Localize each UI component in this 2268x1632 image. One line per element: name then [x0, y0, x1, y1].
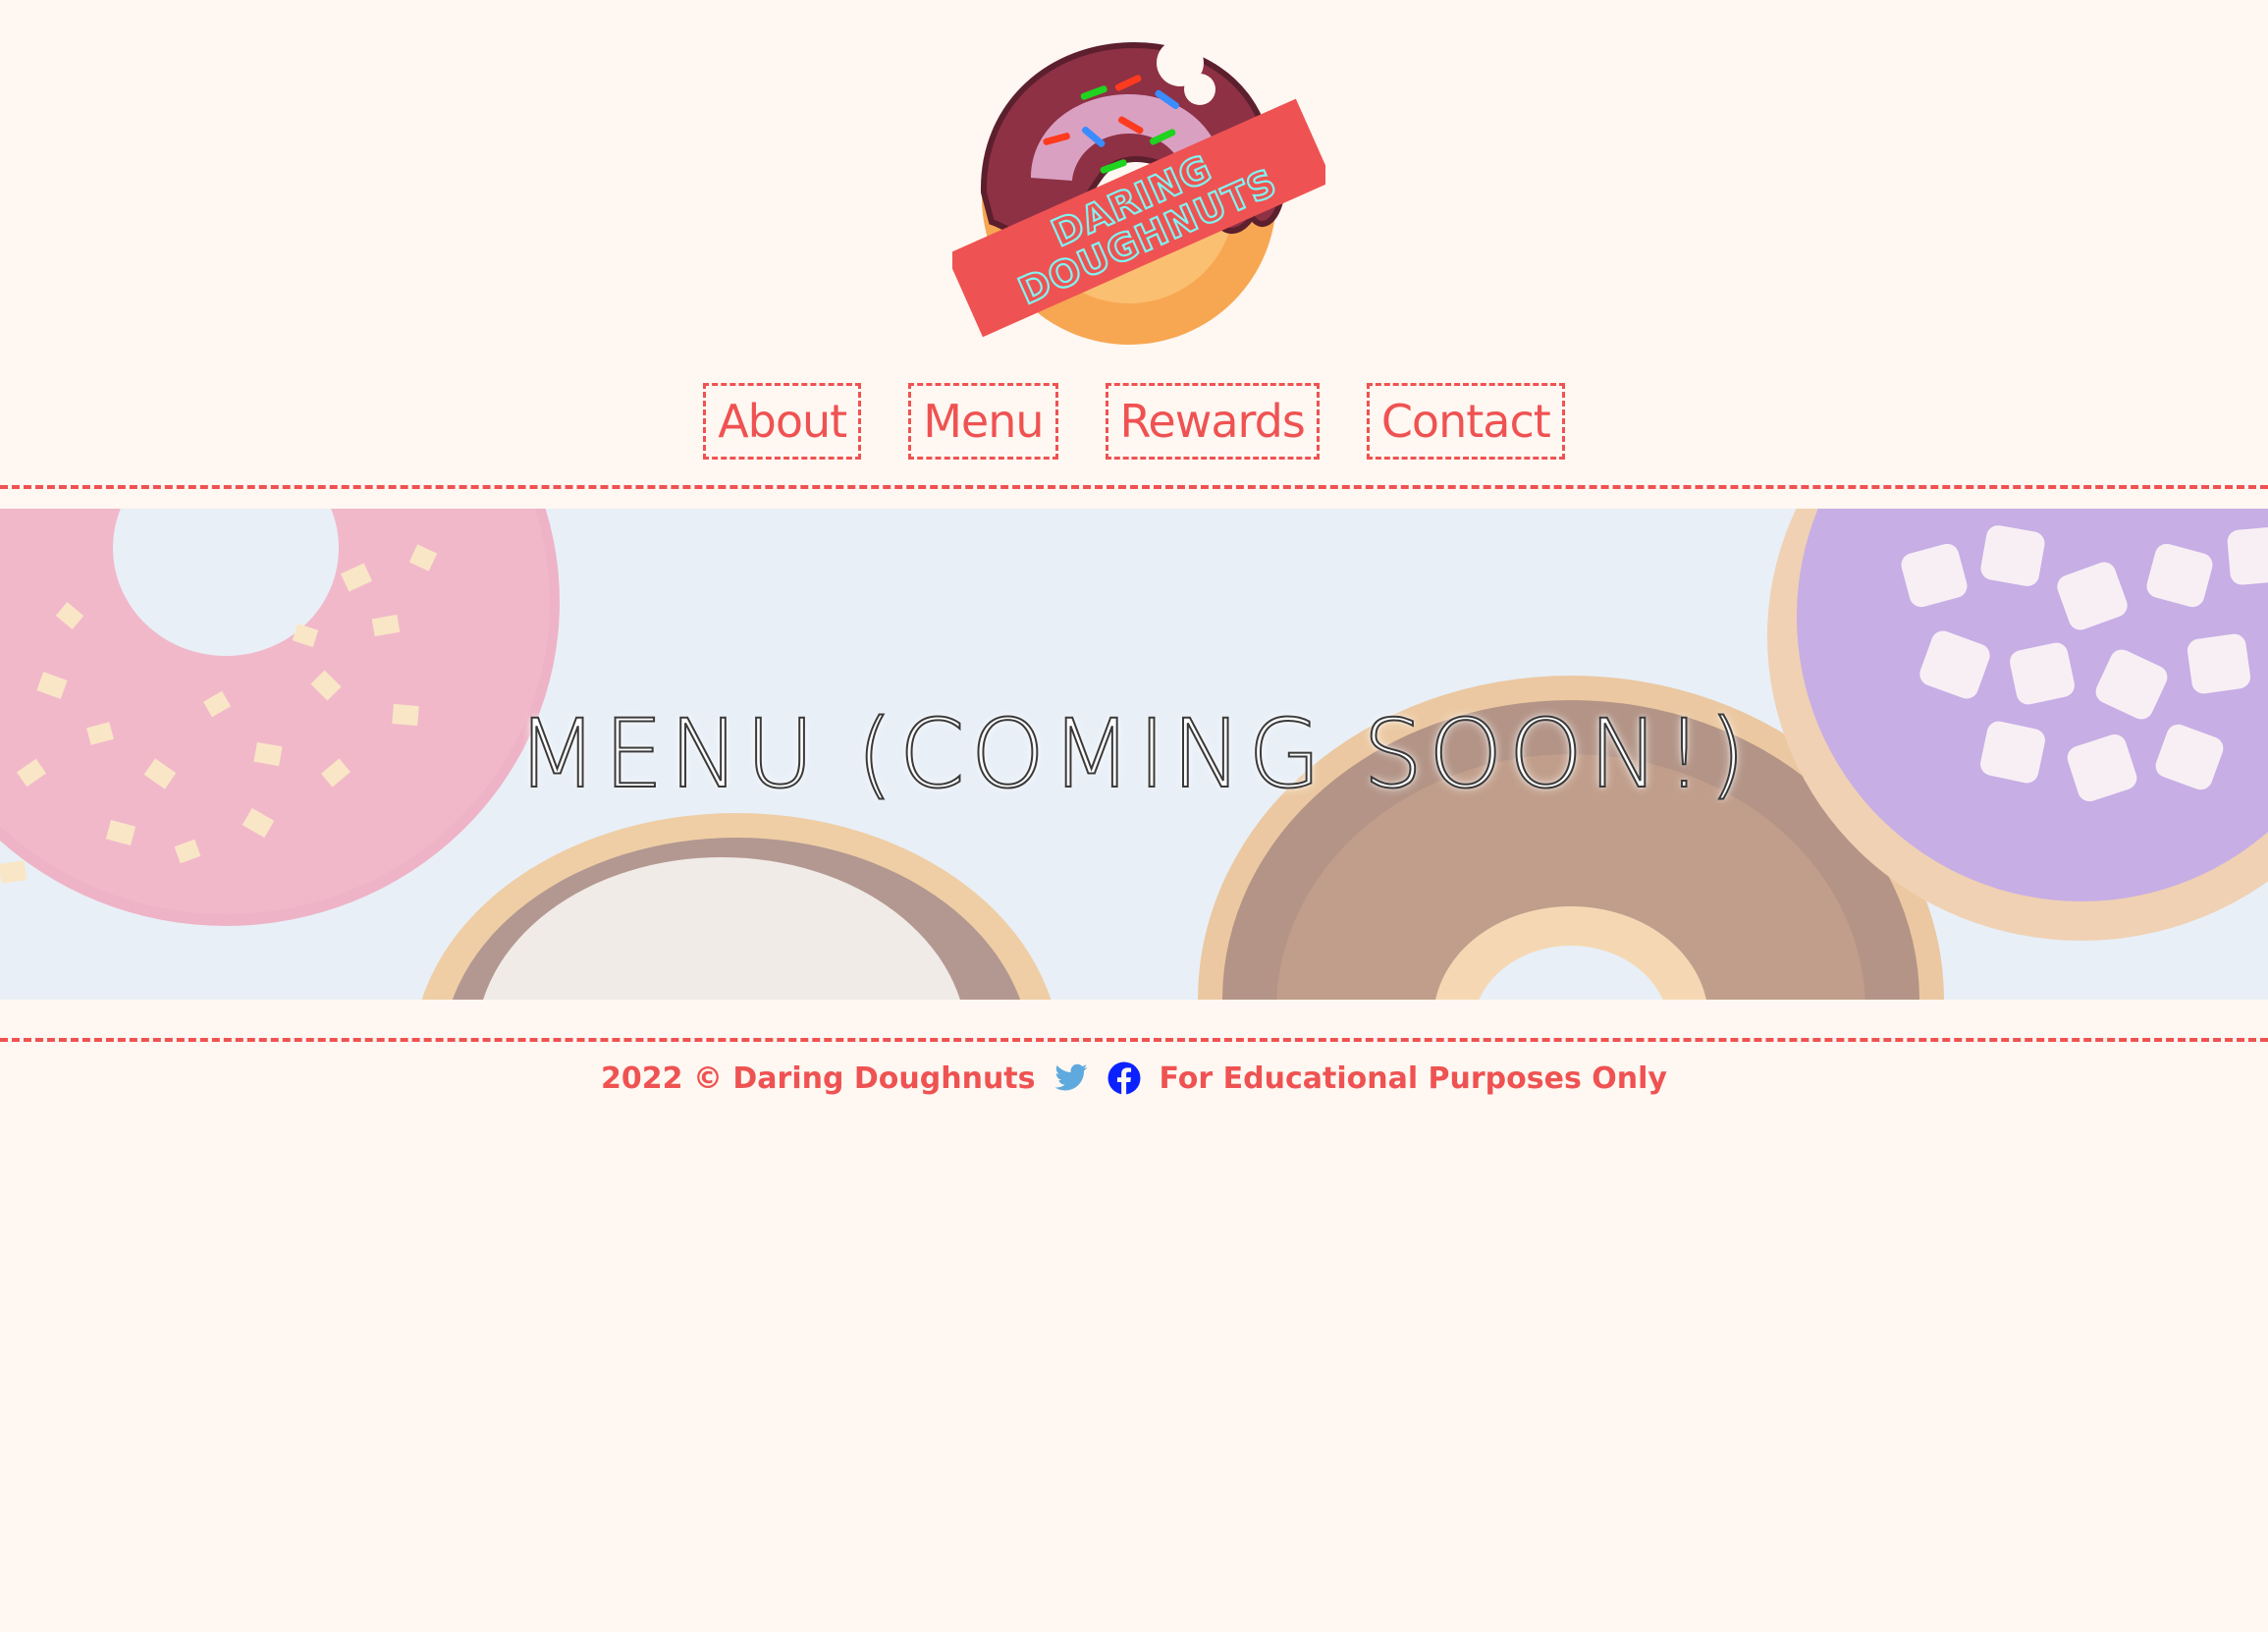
- footer-divider: [0, 1038, 2268, 1042]
- site-footer: 2022 © Daring Doughnuts For Educational …: [0, 1061, 2268, 1096]
- footer-disclaimer: For Educational Purposes Only: [1159, 1061, 1667, 1096]
- site-logo[interactable]: DARING DOUGHNUTS: [952, 35, 1325, 359]
- footer-copyright: 2022 © Daring Doughnuts: [601, 1061, 1036, 1096]
- page: DARING DOUGHNUTS About Menu Rewards Cont…: [0, 0, 2268, 1632]
- nav-menu[interactable]: Menu: [908, 383, 1058, 460]
- nav-rewards[interactable]: Rewards: [1105, 383, 1320, 460]
- doughnut-logo-icon: DARING DOUGHNUTS: [952, 39, 1325, 345]
- header-divider: [0, 485, 2268, 489]
- hero-title: MENU (COMING SOON!): [515, 698, 1752, 810]
- main-nav: About Menu Rewards Contact: [0, 383, 2268, 460]
- nav-about[interactable]: About: [703, 383, 862, 460]
- facebook-icon[interactable]: [1107, 1061, 1142, 1096]
- twitter-icon[interactable]: [1053, 1061, 1089, 1096]
- nav-contact[interactable]: Contact: [1366, 383, 1565, 460]
- hero-banner: MENU (COMING SOON!): [0, 509, 2268, 1000]
